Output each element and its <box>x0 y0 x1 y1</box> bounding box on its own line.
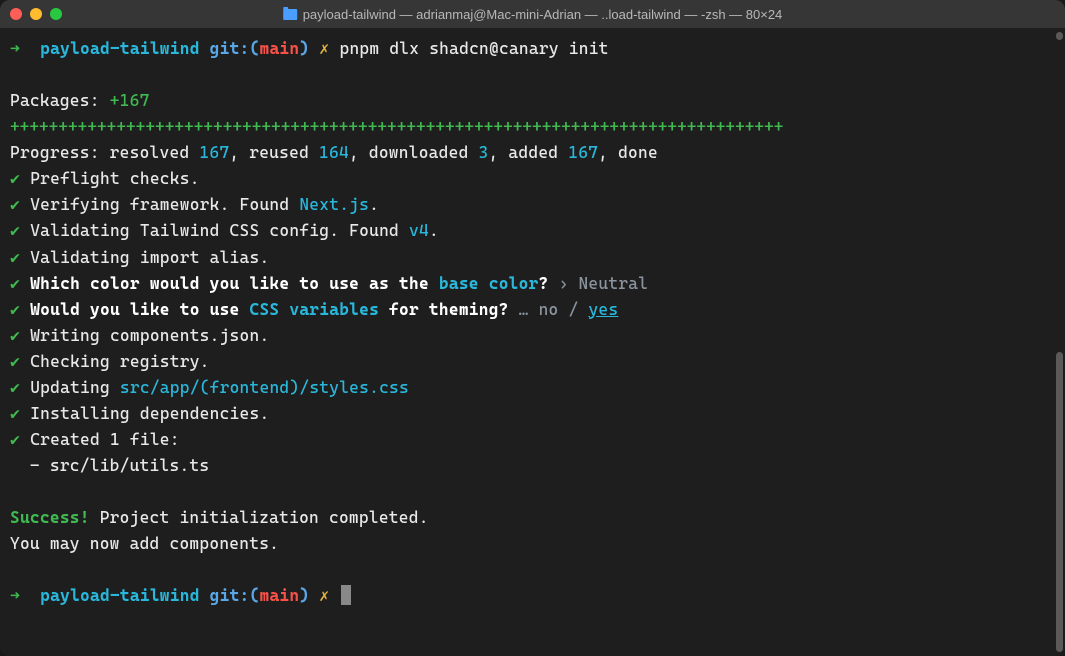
titlebar[interactable]: payload-tailwind — adrianmaj@Mac-mini-Ad… <box>0 0 1065 28</box>
close-button[interactable] <box>10 8 22 20</box>
prompt-line-2[interactable]: ➜ payload-tailwind git:(main) ✗ <box>10 583 1055 609</box>
command-text: pnpm dlx shadcn@canary init <box>340 39 609 58</box>
git-branch: main <box>259 39 299 58</box>
check-icon: ✔ <box>10 326 20 345</box>
step-created: ✔ Created 1 file: <box>10 427 1055 453</box>
progress-n2: 164 <box>319 143 349 162</box>
success-line: Success! Project initialization complete… <box>10 505 1055 531</box>
check-icon: ✔ <box>10 300 20 319</box>
minimize-button[interactable] <box>30 8 42 20</box>
step-alias: ✔ Validating import alias. <box>10 245 1055 271</box>
cursor <box>341 585 351 605</box>
base-color-answer: Neutral <box>578 274 648 293</box>
base-color-highlight: base color <box>439 274 539 293</box>
scrollbar-thumb[interactable] <box>1056 352 1063 652</box>
check-icon: ✔ <box>10 248 20 267</box>
check-icon: ✔ <box>10 169 20 188</box>
blank-line <box>10 479 1055 505</box>
git-close: ) <box>299 39 309 58</box>
check-icon: ✔ <box>10 430 20 449</box>
option-no: no <box>539 300 559 319</box>
hint-line: You may now add components. <box>10 531 1055 557</box>
scrollbar-thumb[interactable] <box>1056 32 1063 40</box>
check-icon: ✔ <box>10 378 20 397</box>
packages-label: Packages: <box>10 91 100 110</box>
check-icon: ✔ <box>10 195 20 214</box>
progress-line: Progress: resolved 167, reused 164, down… <box>10 140 1055 166</box>
step-tailwind: ✔ Validating Tailwind CSS config. Found … <box>10 218 1055 244</box>
git-dirty-icon: ✗ <box>319 586 329 605</box>
prompt-css-vars: ✔ Would you like to use CSS variables fo… <box>10 297 1055 323</box>
step-framework: ✔ Verifying framework. Found Next.js. <box>10 192 1055 218</box>
blank-line <box>10 557 1055 583</box>
prompt-dir: payload-tailwind <box>40 39 200 58</box>
git-label: git:( <box>210 39 260 58</box>
blank-line <box>10 62 1055 88</box>
check-icon: ✔ <box>10 274 20 293</box>
tailwind-version: v4 <box>409 221 429 240</box>
check-icon: ✔ <box>10 352 20 371</box>
zoom-button[interactable] <box>50 8 62 20</box>
framework-name: Next.js <box>299 195 369 214</box>
step-installing: ✔ Installing dependencies. <box>10 401 1055 427</box>
success-label: Success! <box>10 508 90 527</box>
step-registry: ✔ Checking registry. <box>10 349 1055 375</box>
prompt-dir: payload-tailwind <box>40 586 200 605</box>
terminal-body[interactable]: ➜ payload-tailwind git:(main) ✗ pnpm dlx… <box>0 28 1065 656</box>
prompt-arrow: ➜ <box>10 586 20 605</box>
check-icon: ✔ <box>10 404 20 423</box>
git-label: git:( <box>210 586 260 605</box>
git-close: ) <box>299 586 309 605</box>
folder-icon <box>283 9 297 20</box>
scrollbar[interactable] <box>1056 32 1063 652</box>
packages-line: Packages: +167 <box>10 88 1055 114</box>
traffic-lights <box>10 8 62 20</box>
git-branch: main <box>259 586 299 605</box>
styles-path: src/app/(frontend)/styles.css <box>120 378 409 397</box>
git-dirty-icon: ✗ <box>319 39 329 58</box>
progress-prefix: Progress: resolved <box>10 143 199 162</box>
window-title: payload-tailwind — adrianmaj@Mac-mini-Ad… <box>283 7 783 22</box>
check-icon: ✔ <box>10 221 20 240</box>
progress-n4: 167 <box>568 143 598 162</box>
step-preflight: ✔ Preflight checks. <box>10 166 1055 192</box>
option-yes: yes <box>588 300 618 319</box>
created-file: - src/lib/utils.ts <box>10 453 1055 479</box>
progress-bar: ++++++++++++++++++++++++++++++++++++++++… <box>10 114 1055 140</box>
terminal-window: payload-tailwind — adrianmaj@Mac-mini-Ad… <box>0 0 1065 656</box>
prompt-arrow: ➜ <box>10 39 20 58</box>
progress-n3: 3 <box>479 143 489 162</box>
step-writing: ✔ Writing components.json. <box>10 323 1055 349</box>
css-vars-highlight: CSS variables <box>250 300 380 319</box>
progress-n1: 167 <box>199 143 229 162</box>
prompt-line-1: ➜ payload-tailwind git:(main) ✗ pnpm dlx… <box>10 36 1055 62</box>
title-label: payload-tailwind — adrianmaj@Mac-mini-Ad… <box>303 7 783 22</box>
step-updating: ✔ Updating src/app/(frontend)/styles.css <box>10 375 1055 401</box>
prompt-base-color: ✔ Which color would you like to use as t… <box>10 271 1055 297</box>
packages-count: +167 <box>110 91 150 110</box>
